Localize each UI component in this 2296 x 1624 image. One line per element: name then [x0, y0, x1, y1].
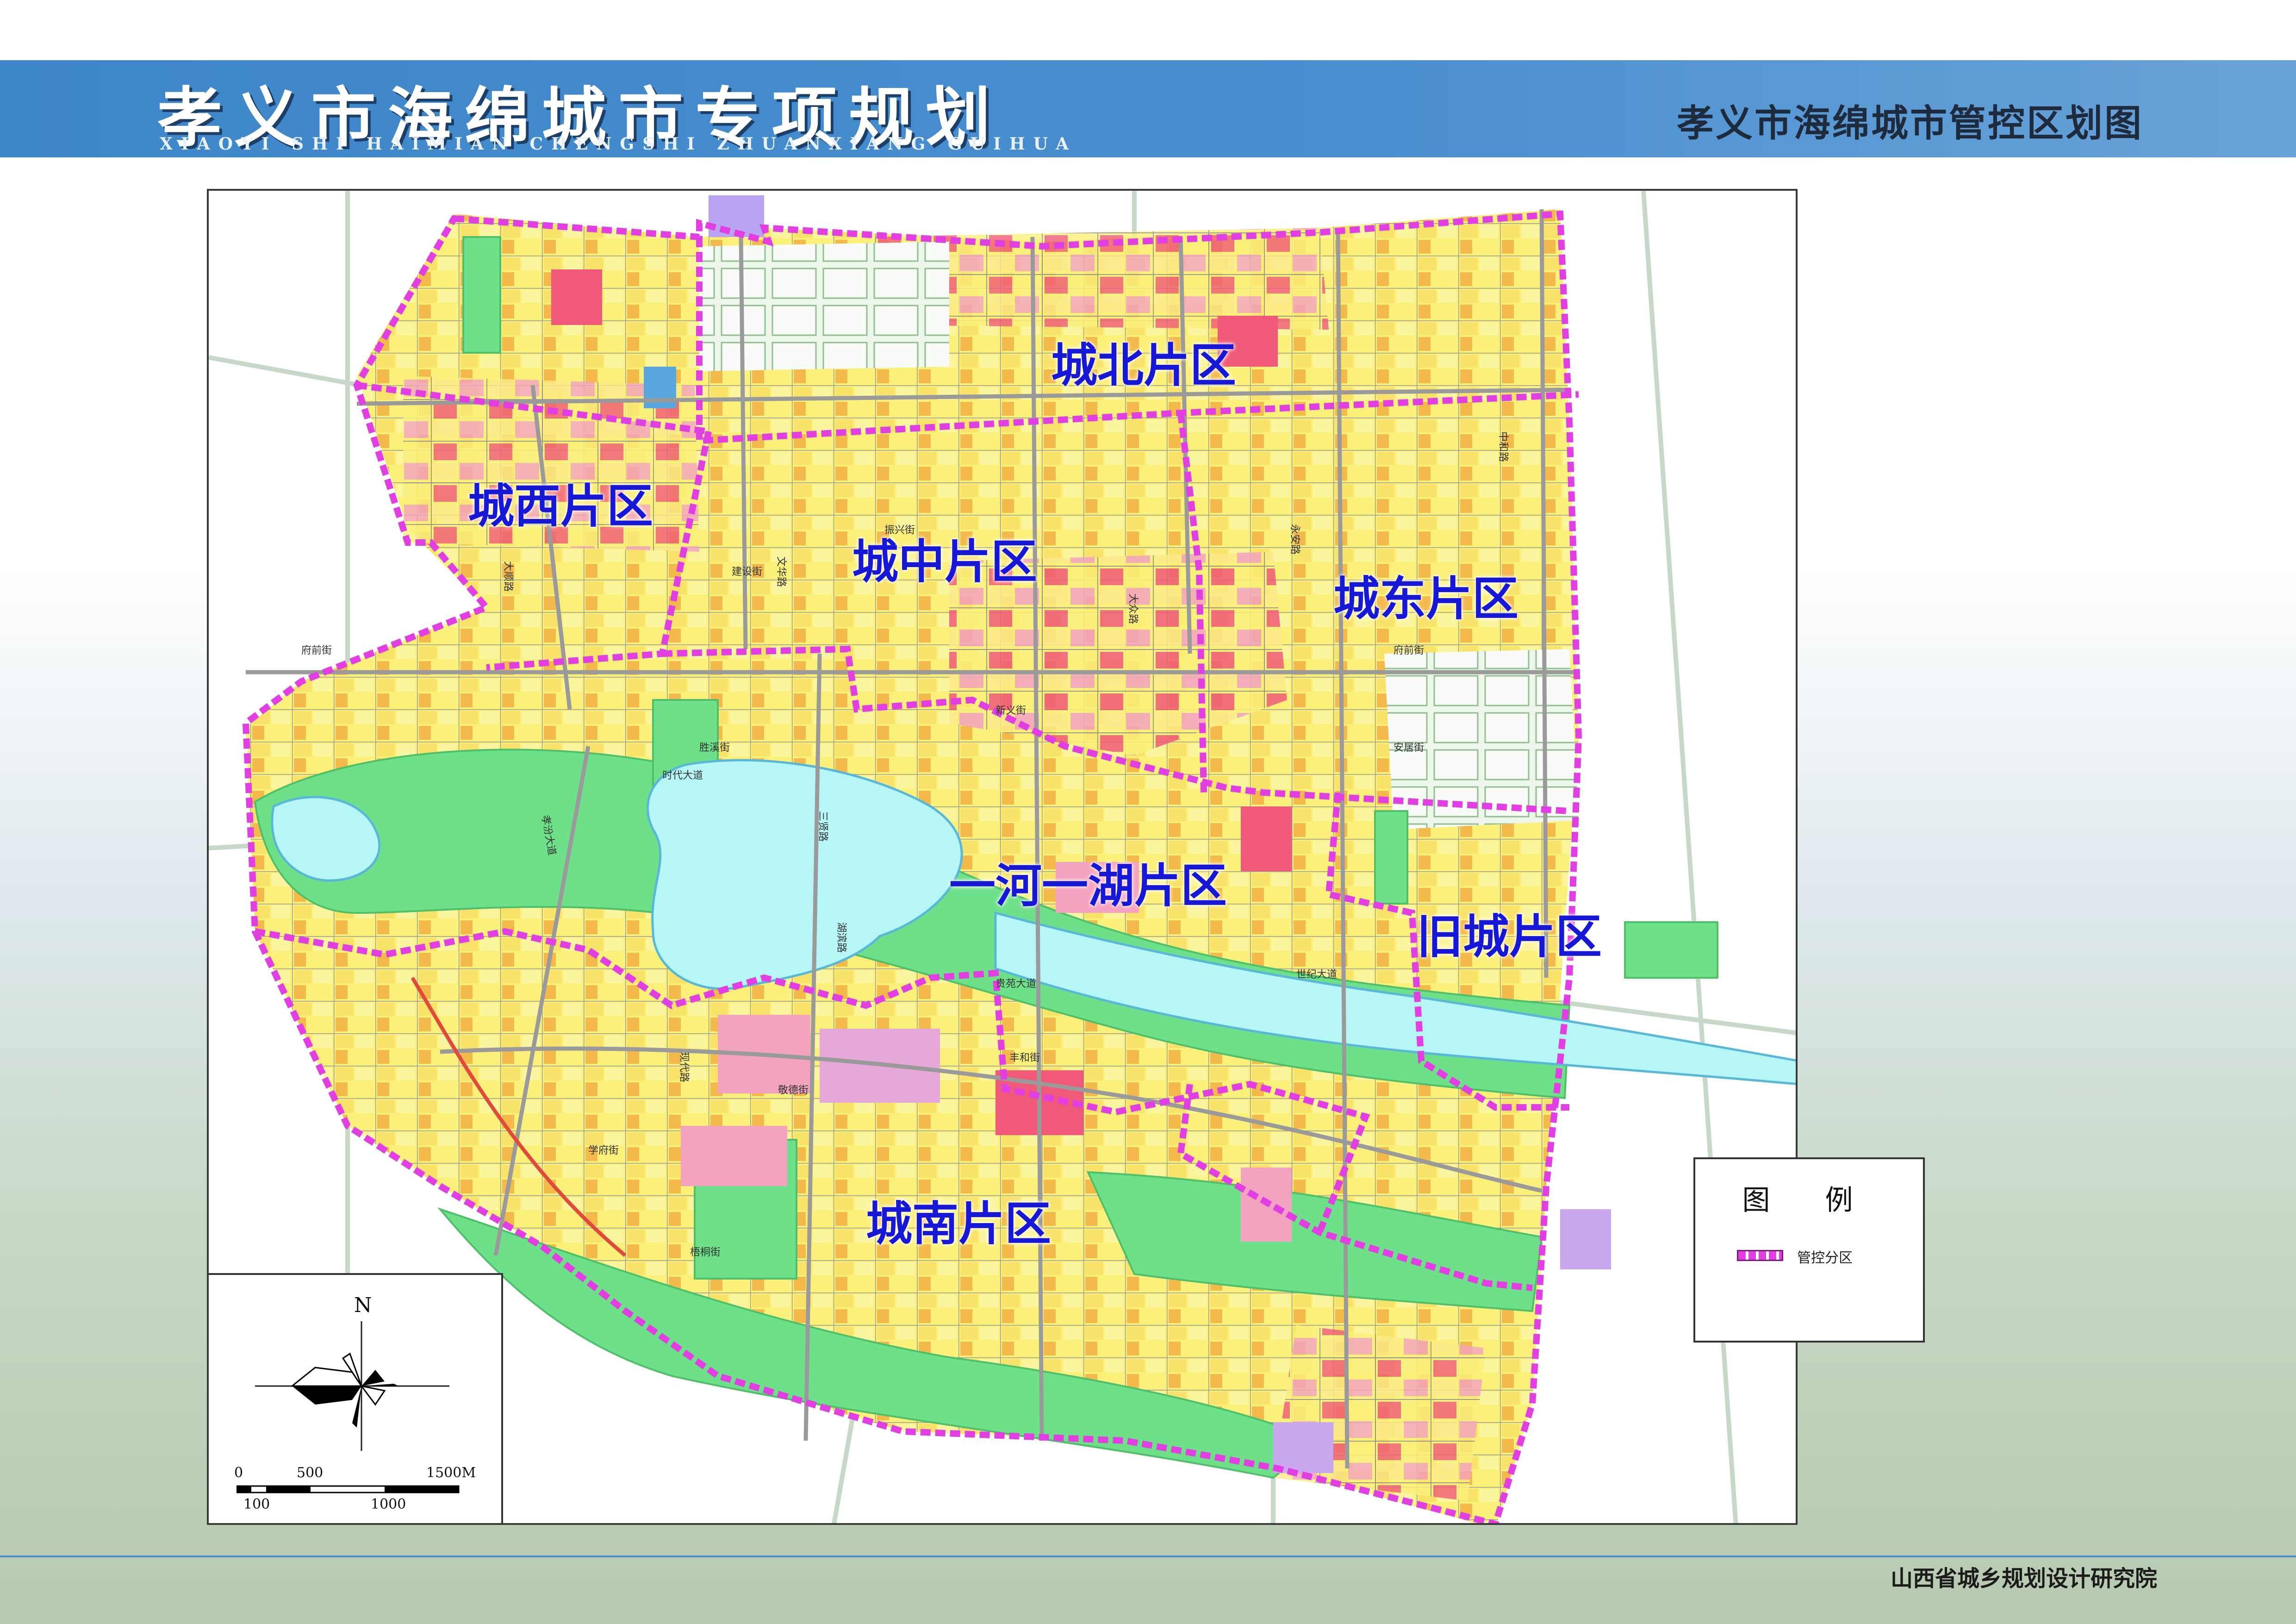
svg-text:安居街: 安居街 [1394, 742, 1424, 754]
scale-label-500: 500 [297, 1465, 324, 1481]
plan-title-pinyin: XIAOYI SHI HAIMIAN CHENGSHI ZHUANXIANG G… [160, 134, 1077, 154]
road-label: 府前街 [301, 645, 332, 656]
map-frame: 府前街 胜溪街 时代大道 孝汾大道 湖滨路 三贤路 振兴街 文华路 建设街 府前… [207, 189, 1798, 1525]
svg-text:敬德街: 敬德街 [778, 1085, 809, 1096]
legend-panel: 图 例 管控分区 [1693, 1157, 1925, 1343]
svg-text:现代路: 现代路 [678, 1052, 690, 1082]
svg-text:大顺路: 大顺路 [502, 561, 514, 592]
svg-text:大众路: 大众路 [1127, 593, 1139, 624]
svg-text:三贤路: 三贤路 [817, 811, 828, 842]
svg-text:学府街: 学府街 [588, 1145, 619, 1156]
compass-scale-panel: N 0 500 1500M 100 1000 [209, 1273, 503, 1523]
scale-label-1000: 1000 [371, 1496, 406, 1512]
svg-text:中和路: 中和路 [1497, 431, 1509, 462]
institute-name: 山西省城乡规划设计研究院 [1890, 1566, 2157, 1592]
header-band: 孝义市海绵城市专项规划 XIAOYI SHI HAIMIAN CHENGSHI … [0, 60, 2296, 157]
scale-bar [236, 1485, 460, 1493]
road-label: 胜溪街 [699, 742, 730, 754]
svg-text:世纪大道: 世纪大道 [1296, 969, 1337, 981]
svg-text:文华路: 文华路 [775, 556, 787, 587]
district-label-south: 城南片区 [866, 1197, 1051, 1251]
district-label-center: 城中片区 [852, 535, 1037, 589]
map-title: 孝义市海绵城市管控区划图 [1677, 102, 2143, 145]
scale-label-0: 0 [234, 1465, 243, 1481]
scale-label-100: 100 [243, 1496, 270, 1512]
footer-rule [0, 1555, 2296, 1557]
district-label-old-city: 旧城片区 [1417, 910, 1602, 964]
north-label: N [354, 1293, 372, 1317]
svg-text:新义街: 新义街 [996, 705, 1026, 717]
scale-label-1500: 1500M [426, 1465, 476, 1481]
compass-rose-icon [255, 1321, 449, 1451]
district-label-north: 城北片区 [1051, 338, 1236, 393]
district-label-east: 城东片区 [1333, 572, 1518, 626]
svg-text:湖滨路: 湖滨路 [835, 922, 847, 953]
svg-text:贵苑大道: 贵苑大道 [996, 978, 1036, 990]
svg-text:时代大道: 时代大道 [662, 770, 703, 781]
district-label-west: 城西片区 [468, 479, 653, 533]
dashed-boundary-icon [1737, 1250, 1783, 1261]
legend-item-label: 管控分区 [1797, 1250, 1853, 1266]
svg-text:梧桐街: 梧桐街 [690, 1247, 721, 1258]
svg-text:府前街: 府前街 [1394, 645, 1424, 656]
legend-title: 图 例 [1742, 1184, 1876, 1217]
svg-text:丰和街: 丰和街 [1009, 1052, 1040, 1064]
svg-text:永安路: 永安路 [1289, 524, 1300, 555]
district-label-river-lake: 一河一湖片区 [949, 859, 1227, 913]
svg-text:建设街: 建设街 [732, 566, 762, 578]
